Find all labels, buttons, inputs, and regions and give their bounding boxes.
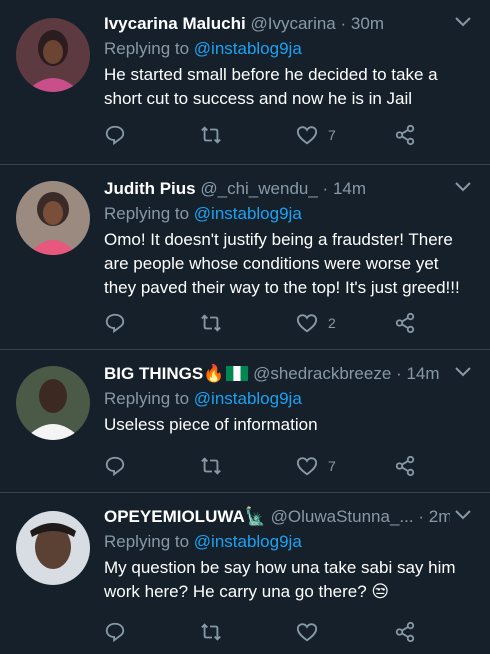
username[interactable]: @shedrackbreeze	[253, 364, 391, 383]
replying-to-label: Replying to	[104, 204, 194, 223]
reply-button[interactable]	[104, 311, 126, 335]
tweet-actions: 7	[104, 123, 424, 147]
replying-to: Replying to @instablog9ja	[104, 202, 302, 226]
reply-mention-link[interactable]: @instablog9ja	[194, 39, 302, 58]
like-count: 2	[328, 315, 336, 331]
heart-icon	[296, 314, 318, 333]
retweet-icon	[201, 623, 221, 641]
share-icon	[395, 621, 415, 643]
chevron-down-icon[interactable]	[454, 181, 472, 193]
reply-icon	[105, 622, 125, 643]
like-button[interactable]	[296, 620, 328, 644]
statue-of-liberty-emoji: 🗽	[244, 507, 266, 526]
reply-mention-link[interactable]: @instablog9ja	[194, 389, 302, 408]
replying-to: Replying to @instablog9ja	[104, 530, 302, 554]
tweet-actions	[104, 620, 424, 644]
share-button[interactable]	[394, 454, 416, 478]
tweet-4[interactable]: OPEYEMIOLUWA🗽 @OluwaStunna_... · 2m Repl…	[0, 493, 490, 654]
reply-mention-link[interactable]: @instablog9ja	[194, 532, 302, 551]
timestamp[interactable]: 2m	[429, 507, 450, 526]
avatar[interactable]	[16, 511, 90, 585]
tweet-text: He started small before he decided to ta…	[104, 65, 438, 108]
reply-icon	[105, 313, 125, 334]
retweet-button[interactable]	[200, 123, 222, 147]
like-button[interactable]: 7	[296, 123, 336, 147]
like-button[interactable]: 2	[296, 311, 336, 335]
retweet-button[interactable]	[200, 620, 222, 644]
heart-icon	[296, 457, 318, 476]
fire-emoji: 🔥	[203, 364, 225, 383]
heart-icon	[296, 126, 318, 145]
display-name[interactable]: Ivycarina Maluchi	[104, 14, 246, 33]
reply-icon	[105, 125, 125, 146]
tweet-header: OPEYEMIOLUWA🗽 @OluwaStunna_... · 2m	[104, 505, 450, 529]
replying-to-label: Replying to	[104, 532, 194, 551]
reply-button[interactable]	[104, 454, 126, 478]
username[interactable]: @_chi_wendu_	[200, 179, 317, 198]
share-icon	[395, 124, 415, 146]
share-button[interactable]	[394, 311, 416, 335]
nigeria-flag-icon	[226, 366, 249, 381]
avatar[interactable]	[16, 181, 90, 255]
retweet-button[interactable]	[200, 311, 222, 335]
chevron-down-icon[interactable]	[454, 366, 472, 378]
reply-button[interactable]	[104, 123, 126, 147]
tweet-header: BIG THINGS🔥 @shedrackbreeze · 14m	[104, 362, 450, 386]
separator-dot: ·	[340, 14, 347, 33]
timestamp[interactable]: 14m	[406, 364, 439, 383]
tweet-1[interactable]: Ivycarina Maluchi @Ivycarina · 30m Reply…	[0, 0, 490, 165]
reply-button[interactable]	[104, 620, 126, 644]
tweet-header: Judith Pius @_chi_wendu_ · 14m	[104, 177, 450, 201]
reply-icon	[105, 456, 125, 477]
share-icon	[395, 312, 415, 334]
tweet-3[interactable]: BIG THINGS🔥 @shedrackbreeze · 14m Replyi…	[0, 350, 490, 493]
share-button[interactable]	[394, 620, 416, 644]
retweet-button[interactable]	[200, 454, 222, 478]
tweet-header: Ivycarina Maluchi @Ivycarina · 30m	[104, 12, 450, 36]
retweet-icon	[201, 314, 221, 332]
username[interactable]: @Ivycarina	[250, 14, 335, 33]
retweet-icon	[201, 126, 221, 144]
reply-mention-link[interactable]: @instablog9ja	[194, 204, 302, 223]
like-button[interactable]: 7	[296, 454, 336, 478]
share-button[interactable]	[394, 123, 416, 147]
replying-to-label: Replying to	[104, 389, 194, 408]
timestamp[interactable]: 30m	[351, 14, 384, 33]
tweet-actions: 2	[104, 311, 424, 335]
display-name[interactable]: BIG THINGS	[104, 364, 203, 383]
avatar[interactable]	[16, 18, 90, 92]
separator-dot: ·	[322, 179, 329, 198]
retweet-icon	[201, 457, 221, 475]
timestamp[interactable]: 14m	[333, 179, 366, 198]
separator-dot: ·	[396, 364, 402, 383]
tweet-actions: 7	[104, 454, 424, 478]
tweet-text: My question be say how una take sabi say…	[104, 558, 456, 601]
tweet-2[interactable]: Judith Pius @_chi_wendu_ · 14m Replying …	[0, 165, 490, 350]
display-name[interactable]: Judith Pius	[104, 179, 196, 198]
share-icon	[395, 455, 415, 477]
replying-to: Replying to @instablog9ja	[104, 37, 302, 61]
username[interactable]: @OluwaStunna_...	[271, 507, 414, 526]
avatar[interactable]	[16, 366, 90, 440]
chevron-down-icon[interactable]	[454, 509, 472, 521]
heart-icon	[296, 623, 318, 642]
tweet-text: Omo! It doesn't justify being a fraudste…	[104, 230, 460, 297]
replying-to: Replying to @instablog9ja	[104, 387, 302, 411]
like-count: 7	[328, 458, 336, 474]
replying-to-label: Replying to	[104, 39, 194, 58]
display-name[interactable]: OPEYEMIOLUWA	[104, 507, 245, 526]
like-count: 7	[328, 127, 336, 143]
tweet-text: Useless piece of information	[104, 415, 318, 434]
separator-dot: ·	[418, 507, 424, 526]
chevron-down-icon[interactable]	[454, 16, 472, 28]
